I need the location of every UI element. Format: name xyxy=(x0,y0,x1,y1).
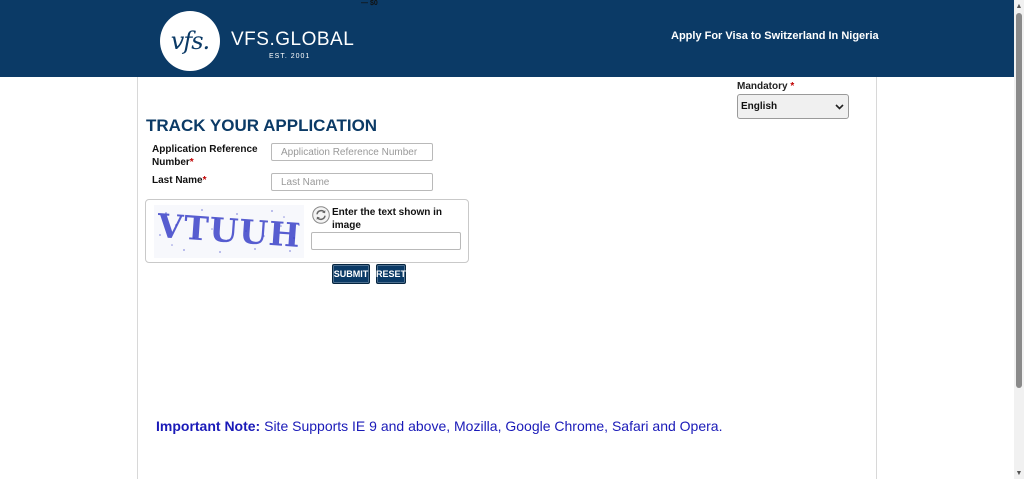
language-selected: English xyxy=(741,101,778,112)
stray-text: — $0 xyxy=(361,0,378,7)
mandatory-text: Mandatory xyxy=(737,81,788,92)
reset-button[interactable]: RESET xyxy=(376,264,406,284)
scroll-down-arrow-icon[interactable]: ▼ xyxy=(1014,467,1024,479)
brand-name: VFS.GLOBAL xyxy=(231,29,355,50)
chevron-down-icon xyxy=(835,104,844,110)
page-root: vfs. VFS.GLOBAL EST. 2001 Apply For Visa… xyxy=(0,0,1024,479)
last-name-label-text: Last Name xyxy=(152,175,203,186)
important-note: Important Note: Site Supports IE 9 and a… xyxy=(156,418,722,434)
vfs-logo[interactable]: vfs. xyxy=(160,11,220,71)
site-header: vfs. VFS.GLOBAL EST. 2001 Apply For Visa… xyxy=(0,0,1014,77)
scroll-thumb[interactable] xyxy=(1016,13,1022,388)
captcha-text: VTUUH xyxy=(155,206,302,255)
required-star: * xyxy=(202,175,207,186)
language-select[interactable]: English xyxy=(737,94,849,119)
captcha-box: VTUUH Enter the text shown in image xyxy=(145,199,469,263)
reference-label-line1: Application Reference xyxy=(152,144,258,155)
note-prefix: Important Note: xyxy=(156,418,261,434)
required-star: * xyxy=(189,157,194,168)
mandatory-label: Mandatory * xyxy=(737,81,794,92)
last-name-input[interactable] xyxy=(271,173,433,191)
refresh-icon[interactable] xyxy=(312,206,330,224)
scroll-up-arrow-icon[interactable]: ▲ xyxy=(1014,0,1024,12)
vertical-scrollbar[interactable]: ▲ ▼ xyxy=(1014,0,1024,479)
captcha-noise: VTUUH xyxy=(155,206,302,255)
reference-number-input[interactable] xyxy=(271,143,433,161)
logo-mark: vfs. xyxy=(170,27,210,55)
brand-est: EST. 2001 xyxy=(269,53,311,60)
required-star: * xyxy=(790,81,795,92)
header-title: Apply For Visa to Switzerland In Nigeria xyxy=(671,30,879,42)
page-title: TRACK YOUR APPLICATION xyxy=(146,116,378,135)
captcha-image: VTUUH xyxy=(154,205,304,258)
reference-label: Application Reference Number* xyxy=(152,143,258,169)
note-text: Site Supports IE 9 and above, Mozilla, G… xyxy=(260,418,723,434)
reference-label-line2: Number xyxy=(152,157,190,168)
last-name-label: Last Name* xyxy=(152,174,206,187)
submit-button[interactable]: SUBMIT xyxy=(332,264,370,284)
captcha-input[interactable] xyxy=(311,232,461,250)
captcha-label: Enter the text shown in image xyxy=(332,207,443,231)
